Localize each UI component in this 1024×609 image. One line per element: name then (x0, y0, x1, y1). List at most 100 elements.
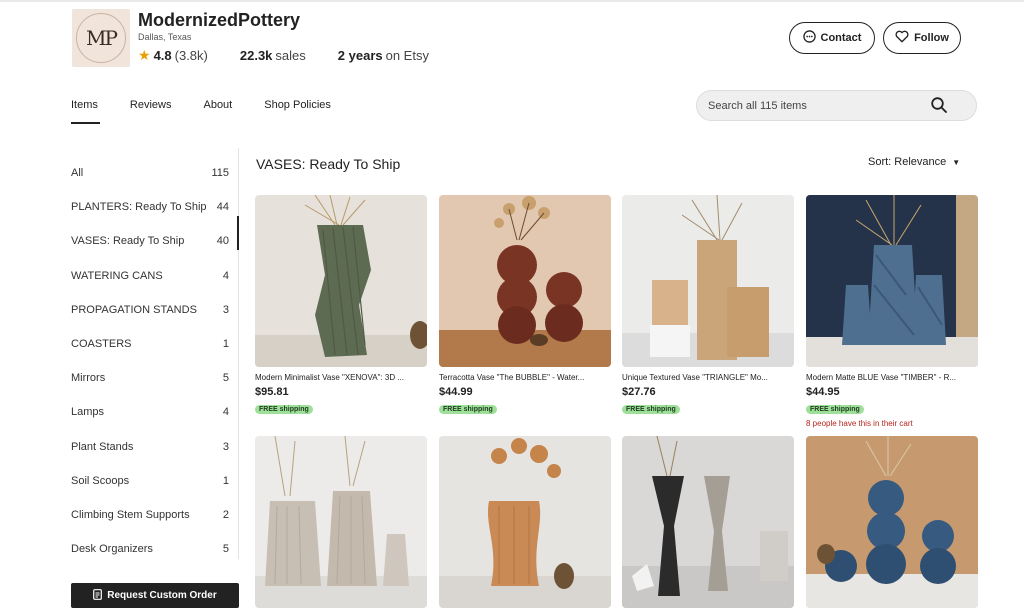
shop-stats: ★ 4.8 (3.8k) 22.3k sales 2 years on Etsy (138, 47, 429, 63)
tab-items[interactable]: Items (71, 99, 100, 124)
request-custom-order-button[interactable]: Request Custom Order (71, 583, 239, 608)
shop-rating: 4.8 (153, 47, 172, 63)
shop-years-label: on Etsy (385, 47, 429, 63)
sidebar-item-planters[interactable]: PLANTERS: Ready To Ship 44 (71, 190, 239, 224)
sidebar-active-indicator (237, 216, 239, 250)
product-image[interactable] (439, 436, 611, 608)
top-divider (0, 0, 1024, 2)
sidebar-item-count: 44 (216, 201, 229, 214)
shop-location: Dallas, Texas (138, 32, 192, 42)
star-icon: ★ (138, 46, 151, 63)
sidebar-item-climbing-stem-supports[interactable]: Climbing Stem Supports 2 (71, 498, 239, 532)
follow-button[interactable]: Follow (883, 22, 961, 54)
sidebar-divider (238, 148, 239, 559)
sidebar-item-count: 115 (211, 167, 229, 180)
sidebar-item-label: PROPAGATION STANDS (71, 303, 197, 316)
sort-label: Sort: Relevance (868, 156, 947, 168)
sidebar-item-label: All (71, 167, 84, 180)
shop-sales-label: sales (275, 47, 306, 63)
tab-reviews[interactable]: Reviews (130, 99, 172, 119)
contact-label: Contact (820, 32, 862, 44)
sidebar-item-label: PLANTERS: Ready To Ship (71, 201, 207, 214)
sidebar-item-propagation-stands[interactable]: PROPAGATION STANDS 3 (71, 293, 239, 327)
free-shipping-badge: FREE shipping (806, 405, 864, 414)
product-image[interactable] (439, 195, 611, 367)
sidebar-item-mirrors[interactable]: Mirrors 5 (71, 361, 239, 395)
product-title[interactable]: Modern Minimalist Vase "XENOVA": 3D ... (255, 373, 427, 382)
shop-years: 2 years (337, 47, 383, 63)
request-custom-order-label: Request Custom Order (107, 590, 217, 601)
sidebar-item-watering-cans[interactable]: WATERING CANS 4 (71, 259, 239, 293)
section-title: VASES: Ready To Ship (256, 156, 401, 172)
product-image[interactable] (806, 436, 978, 608)
document-icon (93, 588, 103, 603)
tab-shop-policies[interactable]: Shop Policies (264, 99, 331, 119)
free-shipping-badge: FREE shipping (622, 405, 680, 414)
product-price: $27.76 (622, 386, 656, 398)
sidebar-item-label: Climbing Stem Supports (71, 508, 190, 521)
free-shipping-badge: FREE shipping (255, 405, 313, 414)
sidebar-item-count: 4 (222, 269, 229, 282)
chat-bubble-icon (802, 30, 816, 46)
search-placeholder: Search all 115 items (708, 99, 807, 112)
product-card[interactable]: Modern Minimalist Vase "XENOVA": 3D ... … (255, 195, 427, 416)
sidebar-item-count: 3 (222, 440, 229, 453)
product-card[interactable] (255, 436, 427, 608)
sidebar-item-plant-stands[interactable]: Plant Stands 3 (71, 430, 239, 464)
product-card[interactable]: Terracotta Vase "The BUBBLE" - Water... … (439, 195, 611, 416)
product-image[interactable] (255, 436, 427, 608)
product-title[interactable]: Modern Matte BLUE Vase "TIMBER" - R... (806, 373, 978, 382)
caret-down-icon: ▼ (952, 158, 961, 167)
sidebar-item-count: 3 (222, 303, 229, 316)
sidebar-item-count: 1 (222, 474, 229, 487)
product-image[interactable] (255, 195, 427, 367)
shop-name: ModernizedPottery (138, 10, 301, 30)
contact-button[interactable]: Contact (789, 22, 875, 54)
sidebar-item-label: Desk Organizers (71, 543, 153, 556)
sidebar-item-count: 2 (222, 508, 229, 521)
sidebar-item-count: 5 (222, 543, 229, 556)
shop-tabs: Items Reviews About Shop Policies (71, 99, 363, 124)
product-price: $95.81 (255, 386, 289, 398)
category-sidebar: All 115 PLANTERS: Ready To Ship 44 VASES: … (71, 156, 239, 566)
sidebar-item-desk-organizers[interactable]: Desk Organizers 5 (71, 532, 239, 566)
search-icon[interactable] (930, 96, 948, 114)
product-card[interactable] (439, 436, 611, 608)
sidebar-item-coasters[interactable]: COASTERS 1 (71, 327, 239, 361)
sidebar-item-label: Mirrors (71, 372, 106, 385)
sidebar-item-label: Plant Stands (71, 440, 134, 453)
sidebar-item-count: 40 (216, 235, 229, 248)
sidebar-item-label: Lamps (71, 406, 105, 419)
product-price: $44.99 (439, 386, 473, 398)
product-image[interactable] (806, 195, 978, 367)
sidebar-item-all[interactable]: All 115 (71, 156, 239, 190)
product-price: $44.95 (806, 386, 840, 398)
sidebar-item-label: COASTERS (71, 338, 132, 351)
shop-search-input[interactable]: Search all 115 items (696, 90, 977, 121)
sidebar-item-label: VASES: Ready To Ship (71, 235, 185, 248)
shop-logo-mark: MP (76, 13, 126, 63)
heart-icon (895, 30, 909, 46)
product-card[interactable] (806, 436, 978, 608)
tab-about[interactable]: About (203, 99, 232, 119)
free-shipping-badge: FREE shipping (439, 405, 497, 414)
sidebar-item-label: Soil Scoops (71, 474, 130, 487)
product-card[interactable]: Unique Textured Vase "TRIANGLE" Mo... $2… (622, 195, 794, 416)
sidebar-item-lamps[interactable]: Lamps 4 (71, 395, 239, 429)
product-card[interactable]: Modern Matte BLUE Vase "TIMBER" - R... $… (806, 195, 978, 428)
shop-sales-count: 22.3k (239, 47, 273, 63)
product-title[interactable]: Unique Textured Vase "TRIANGLE" Mo... (622, 373, 794, 382)
sidebar-item-count: 4 (222, 406, 229, 419)
sidebar-item-vases[interactable]: VASES: Ready To Ship 40 (71, 224, 239, 258)
sidebar-item-soil-scoops[interactable]: Soil Scoops 1 (71, 464, 239, 498)
sort-dropdown[interactable]: Sort: Relevance ▼ (868, 156, 960, 168)
sidebar-item-label: WATERING CANS (71, 269, 163, 282)
product-image[interactable] (622, 436, 794, 608)
sidebar-item-count: 5 (222, 372, 229, 385)
product-card[interactable] (622, 436, 794, 608)
product-title[interactable]: Terracotta Vase "The BUBBLE" - Water... (439, 373, 611, 382)
shop-logo[interactable]: MP (72, 9, 130, 67)
product-image[interactable] (622, 195, 794, 367)
follow-label: Follow (914, 32, 949, 44)
shop-rating-count[interactable]: (3.8k) (175, 48, 208, 63)
